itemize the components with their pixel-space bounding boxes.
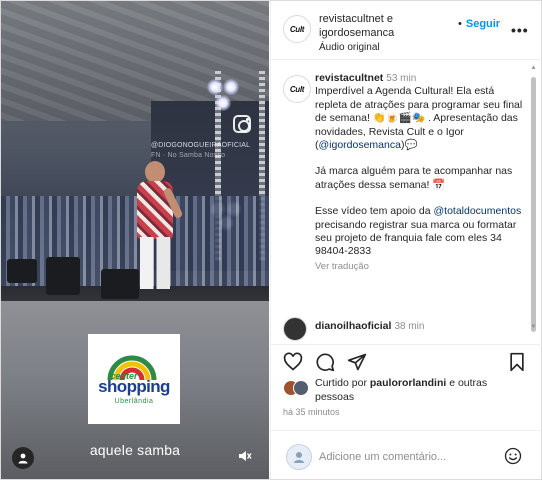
author-avatar[interactable]: Cult: [283, 15, 311, 43]
comment-icon[interactable]: [315, 352, 335, 372]
more-icon: •••: [511, 22, 529, 38]
author-username-line2[interactable]: igordosemanca: [319, 26, 469, 40]
post-sidebar: Cult revistacultnet e igordosemanca Áudi…: [270, 1, 542, 479]
post-caption: revistacultnet 53 min Imperdível a Agenda…: [315, 72, 525, 273]
caption-avatar[interactable]: Cult: [283, 75, 311, 103]
mute-button[interactable]: [234, 445, 256, 467]
emoji-icon[interactable]: [504, 447, 522, 465]
comment-username[interactable]: dianoilhaoficial: [315, 320, 391, 332]
caption-mention-link[interactable]: @igordosemanca: [319, 139, 401, 151]
user-icon: [294, 452, 304, 463]
reel-video[interactable]: @DIOGONOGUEIRAOFICIAL FN · No Samba Noss…: [1, 1, 269, 479]
caption-paragraph-2: Já marca alguém para te acompanhar nas a…: [315, 165, 513, 191]
tagged-users-button[interactable]: [12, 447, 34, 469]
liker-username[interactable]: paulororlandini: [370, 377, 446, 389]
post-header: Cult revistacultnet e igordosemanca Áudi…: [271, 1, 542, 60]
like-heart-icon[interactable]: [283, 352, 303, 372]
caption-text: )💬: [400, 139, 418, 152]
liked-by-avatars[interactable]: [283, 380, 317, 398]
more-options-button[interactable]: •••: [511, 22, 529, 38]
see-translation-link[interactable]: Ver tradução: [315, 260, 525, 273]
watermark-handle: @DIOGONOGUEIRAOFICIAL: [151, 142, 251, 149]
scroll-up-arrow-icon[interactable]: ▲: [530, 65, 537, 71]
follow-label: Seguir: [465, 18, 501, 30]
follow-separator: •: [458, 18, 462, 30]
stage-monitor: [7, 259, 37, 283]
singer-head: [145, 161, 165, 183]
video-caption-text: aquele samba: [89, 442, 181, 458]
comment-timestamp: 38 min: [394, 321, 425, 332]
liked-by-text: Curtido por paulororlandini e outras pes…: [315, 377, 525, 404]
stage-light: [223, 79, 239, 95]
logo-city-text: Uberlândia: [114, 398, 154, 405]
stage-monitor: [46, 257, 80, 295]
caption-text: Esse vídeo tem apoio da: [315, 205, 434, 218]
logo-shopping-text: shopping: [98, 377, 170, 396]
scroll-down-arrow-icon[interactable]: ▼: [530, 324, 537, 330]
video-caption: aquele samba: [1, 442, 269, 458]
video-watermark: @DIOGONOGUEIRAOFICIAL FN · No Samba Noss…: [151, 141, 250, 161]
post-authors: revistacultnet e igordosemanca Áudio ori…: [319, 12, 469, 55]
save-bookmark-icon[interactable]: [507, 352, 527, 372]
post-timestamp[interactable]: há 35 minutos: [283, 407, 340, 417]
comments-section: Cult revistacultnet 53 min Imperdível a A…: [271, 61, 542, 343]
center-shopping-logo: center shopping Uberlândia: [88, 334, 180, 424]
avatar-logo-text: Cult: [289, 84, 305, 94]
caption-mention-link[interactable]: @totaldocumentos: [434, 205, 522, 217]
add-comment-bar: Adicione um comentário...: [271, 430, 542, 479]
caption-paragraph-3: Esse vídeo tem apoio da @totaldocumentos…: [315, 205, 525, 259]
watermark-subtitle: FN · No Samba Nosso: [151, 152, 226, 159]
commenter-avatar[interactable]: [283, 317, 307, 341]
singer-legs: [140, 237, 170, 289]
follow-button[interactable]: • Seguir: [458, 18, 500, 30]
liker-avatar[interactable]: [293, 380, 309, 396]
caption-timestamp[interactable]: 53 min: [386, 73, 416, 84]
caption-paragraph-1: Imperdível a Agenda Cultural! Ela está r…: [315, 85, 525, 152]
share-icon[interactable]: [347, 352, 367, 372]
comment-input[interactable]: Adicione um comentário...: [319, 451, 446, 463]
caption-username[interactable]: revistacultnet: [315, 72, 383, 84]
avatar-logo-text: Cult: [289, 24, 305, 34]
speaker-muted-icon: [239, 451, 252, 461]
current-user-avatar: [286, 444, 312, 470]
author-username-line1[interactable]: revistacultnet e: [319, 12, 469, 26]
scroll-thumb[interactable]: [531, 77, 536, 332]
comments-scrollbar[interactable]: ▲ ▼: [530, 61, 537, 337]
instagram-icon: [233, 115, 251, 133]
stage-light: [215, 95, 231, 111]
user-icon: [18, 453, 28, 464]
caption-text: precisando registrar sua marca ou format…: [315, 218, 517, 258]
liked-by: Curtido por paulororlandini e outras pes…: [283, 377, 533, 405]
liked-by-prefix: Curtido por: [315, 377, 370, 389]
audio-label[interactable]: Áudio original: [319, 41, 469, 55]
post-actions: [271, 344, 542, 374]
stage-light: [207, 79, 223, 95]
stage-monitor: [101, 269, 139, 299]
